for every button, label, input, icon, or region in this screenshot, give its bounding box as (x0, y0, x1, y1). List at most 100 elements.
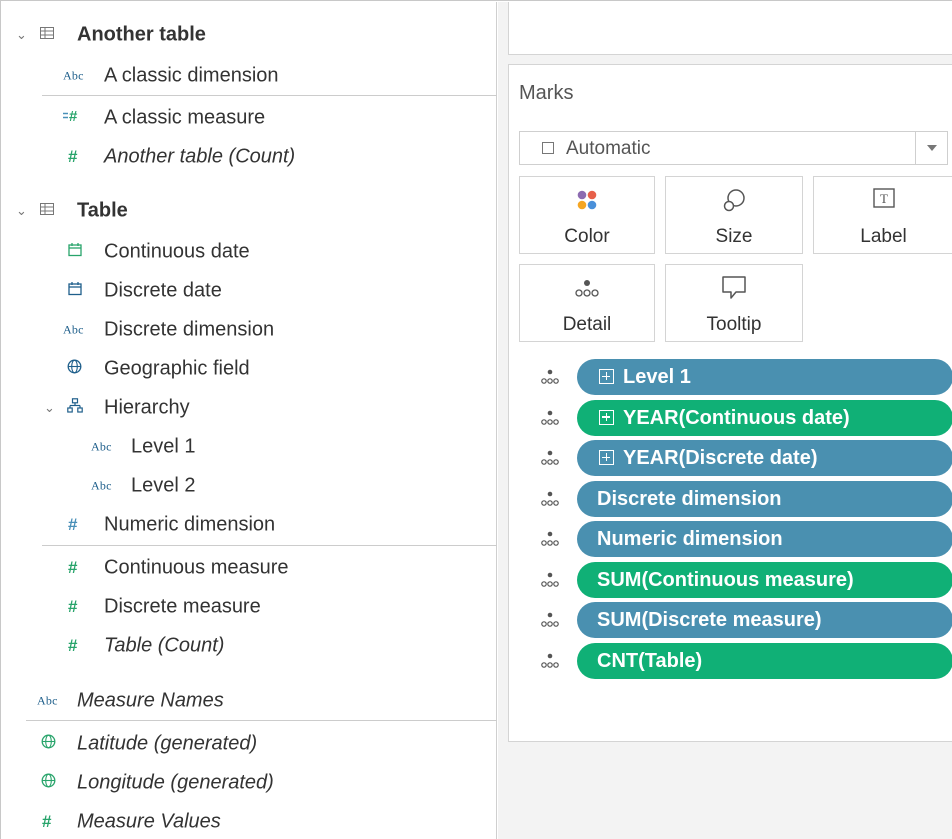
hash-icon: # (68, 515, 78, 534)
label-icon: T (814, 187, 952, 215)
mark-type-dropdown[interactable]: Automatic (519, 131, 948, 165)
detail-icon[interactable] (539, 408, 561, 428)
pill-label: CNT(Table) (597, 649, 703, 672)
field-label: Measure Names (77, 689, 224, 712)
square-mark-icon (542, 142, 554, 154)
pill-label: Level 1 (623, 366, 691, 388)
field-row[interactable]: # Measure Values (2, 803, 497, 839)
detail-icon[interactable] (539, 448, 561, 468)
field-row[interactable]: Longitude (generated) (2, 764, 497, 802)
field-row[interactable]: # Continuous measure (2, 549, 497, 587)
detail-icon[interactable] (539, 367, 561, 387)
field-pill[interactable]: SUM(Discrete measure) (577, 602, 952, 638)
pill-label: Discrete dimension (597, 487, 782, 510)
marks-pill-row: Level 1 (519, 359, 952, 395)
field-label: A classic measure (104, 106, 266, 129)
detail-icon[interactable] (539, 529, 561, 549)
size-icon (666, 187, 802, 215)
filters-shelf[interactable] (508, 2, 952, 55)
pill-label: YEAR(Continuous date) (623, 406, 850, 429)
field-label: Discrete dimension (104, 318, 275, 341)
tooltip-icon (666, 275, 802, 303)
field-label: Table (Count) (104, 634, 225, 657)
field-pill[interactable]: Numeric dimension (577, 521, 952, 557)
detail-icon[interactable] (539, 489, 561, 509)
field-row[interactable]: # Numeric dimension (2, 506, 497, 544)
expand-plus-icon[interactable] (599, 409, 614, 425)
globe-icon (41, 773, 56, 793)
field-row[interactable]: Abc Level 1 (2, 428, 497, 466)
marks-pill-row: YEAR(Discrete date) (519, 440, 952, 476)
chevron-down-icon[interactable]: ⌄ (16, 27, 27, 43)
field-label: A classic dimension (104, 64, 279, 87)
field-row[interactable]: Abc Measure Names (2, 682, 497, 720)
measure-hash-icon: # (62, 108, 84, 129)
hash-icon: # (42, 812, 52, 831)
label-button[interactable]: T Label (813, 176, 952, 254)
calendar-icon (68, 243, 82, 262)
mark-type-label: Automatic (566, 138, 651, 159)
field-label: Level 2 (131, 474, 196, 497)
dropdown-arrow-icon[interactable] (915, 132, 947, 164)
field-pill[interactable]: CNT(Table) (577, 642, 952, 679)
field-pill[interactable]: YEAR(Continuous date) (577, 399, 952, 436)
globe-icon (41, 734, 56, 754)
field-label: Longitude (generated) (77, 771, 274, 794)
abc-string-icon: Abc (91, 478, 112, 493)
field-row[interactable]: # Table (Count) (2, 627, 497, 665)
size-button[interactable]: Size (665, 176, 803, 254)
table-header-table[interactable]: ⌄ Table (2, 192, 497, 230)
field-label: Numeric dimension (104, 513, 276, 536)
field-label: Measure Values (77, 810, 221, 833)
chevron-down-icon[interactable]: ⌄ (16, 203, 27, 219)
field-row[interactable]: # Another table (Count) (2, 138, 497, 176)
color-button[interactable]: Color (519, 176, 655, 254)
svg-text:#: # (69, 108, 78, 124)
field-row[interactable]: Abc A classic dimension (2, 57, 497, 95)
data-pane: ⌄ Another table Abc A classic dimension … (2, 2, 497, 839)
field-label: Hierarchy (104, 396, 190, 419)
label-icon-glyph: T (880, 191, 888, 206)
color-icon (520, 187, 654, 215)
abc-string-icon: Abc (63, 68, 84, 83)
tooltip-button[interactable]: Tooltip (665, 264, 803, 342)
abc-string-icon: Abc (37, 693, 58, 708)
field-row[interactable]: # A classic measure (2, 99, 497, 137)
field-row[interactable]: # Discrete measure (2, 588, 497, 626)
shelves-area: Marks Automatic Color Size T Label Detai… (498, 2, 952, 839)
detail-icon[interactable] (539, 651, 561, 671)
field-label: Latitude (generated) (77, 732, 258, 755)
worksheet-window: ⌄ Another table Abc A classic dimension … (0, 0, 952, 839)
field-label: Continuous date (104, 240, 250, 263)
abc-string-icon: Abc (63, 322, 84, 337)
marks-pill-row: SUM(Continuous measure) (519, 561, 952, 598)
field-label: Another table (Count) (104, 145, 296, 168)
abc-string-icon: Abc (91, 439, 112, 454)
table-icon (40, 26, 54, 44)
field-row[interactable]: Geographic field (2, 350, 497, 388)
field-pill[interactable]: SUM(Continuous measure) (577, 561, 952, 598)
field-row-hierarchy[interactable]: ⌄ Hierarchy (2, 389, 497, 427)
detail-icon[interactable] (539, 570, 561, 590)
expand-plus-icon[interactable] (599, 450, 614, 465)
field-row[interactable]: Abc Level 2 (2, 467, 497, 505)
detail-button[interactable]: Detail (519, 264, 655, 342)
field-pill[interactable]: Discrete dimension (577, 480, 952, 517)
marks-pill-row: Numeric dimension (519, 521, 952, 557)
hash-icon: # (68, 558, 78, 577)
field-row[interactable]: Discrete date (2, 272, 497, 310)
dimension-measure-divider (42, 95, 497, 96)
hash-icon: # (68, 597, 78, 616)
expand-plus-icon[interactable] (599, 369, 614, 384)
button-label: Size (715, 226, 753, 247)
detail-icon[interactable] (539, 610, 561, 630)
field-pill[interactable]: Level 1 (577, 359, 952, 395)
dimension-measure-divider (42, 545, 497, 546)
field-row[interactable]: Latitude (generated) (2, 725, 497, 763)
field-row[interactable]: Continuous date (2, 233, 497, 271)
table-header-another-table[interactable]: ⌄ Another table (2, 16, 497, 54)
chevron-down-icon[interactable]: ⌄ (44, 400, 55, 416)
field-pill[interactable]: YEAR(Discrete date) (577, 440, 952, 476)
dimension-measure-divider (26, 720, 497, 721)
field-row[interactable]: Abc Discrete dimension (2, 311, 497, 349)
